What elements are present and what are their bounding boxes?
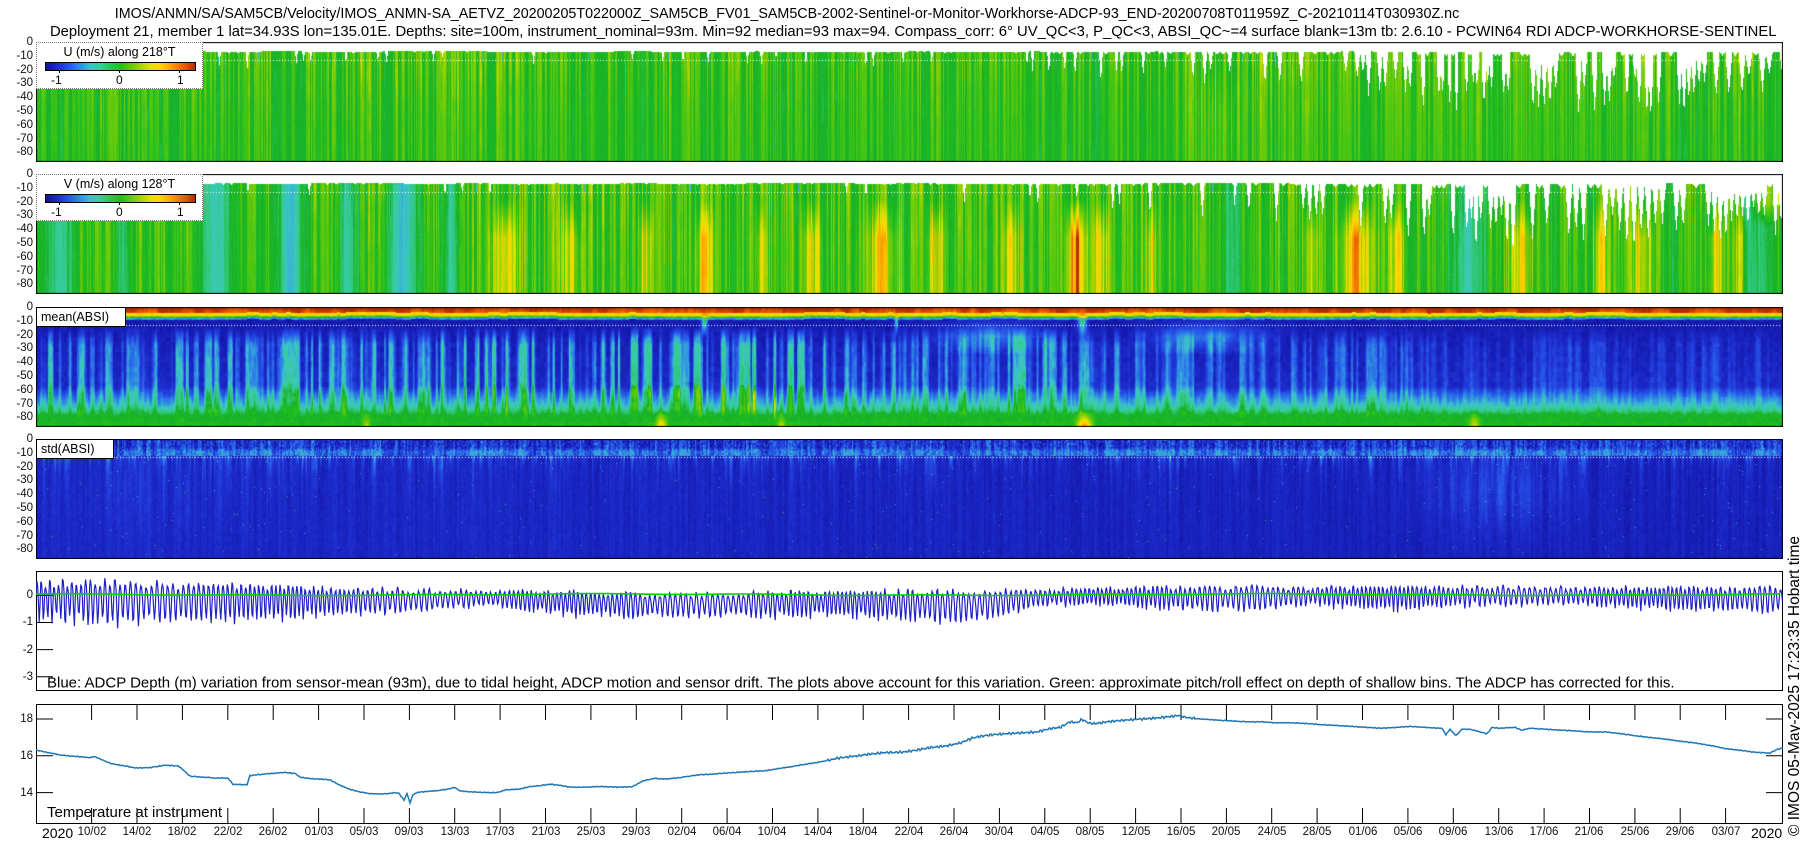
svg-text:Temperature at instrument: Temperature at instrument: [47, 804, 223, 821]
svg-text:Blue: ADCP Depth (m) variation: Blue: ADCP Depth (m) variation from sens…: [47, 675, 1675, 692]
